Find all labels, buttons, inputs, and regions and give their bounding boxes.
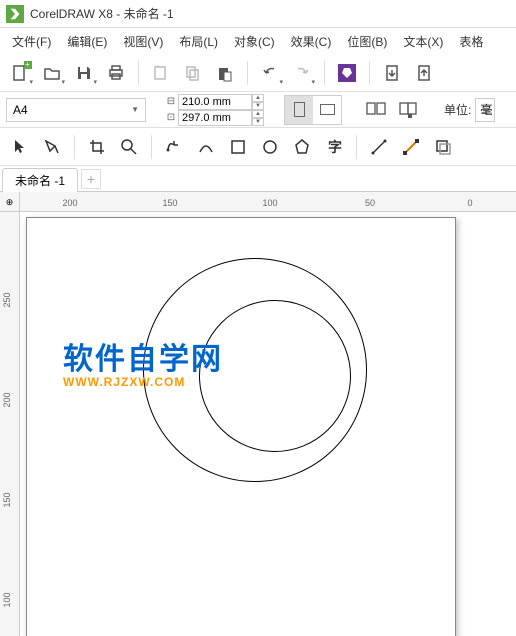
titlebar: CorelDRAW X8 - 未命名 -1 bbox=[0, 0, 516, 28]
chevron-down-icon: ▾ bbox=[311, 78, 315, 86]
crop-tool[interactable] bbox=[83, 133, 111, 161]
polygon-tool[interactable] bbox=[288, 133, 316, 161]
save-button[interactable]: ▾ bbox=[70, 59, 98, 87]
app-icon bbox=[6, 5, 24, 23]
chevron-down-icon: ▾ bbox=[279, 78, 283, 86]
freehand-tool[interactable] bbox=[160, 133, 188, 161]
chevron-down-icon: ▾ bbox=[61, 78, 65, 86]
document-tabs: 未命名 -1 + bbox=[0, 166, 516, 192]
unit-dropdown[interactable]: 毫 bbox=[475, 98, 495, 122]
separator bbox=[356, 135, 357, 159]
ruler-v-label: 150 bbox=[2, 492, 12, 507]
watermark-text-en: WWW.RJZXW.COM bbox=[63, 375, 223, 389]
shape-tool[interactable] bbox=[38, 133, 66, 161]
watermark-text-cn: 软件自学网 bbox=[63, 345, 223, 375]
height-increment-button[interactable]: ▲ bbox=[252, 110, 264, 118]
ruler-v-label: 200 bbox=[2, 392, 12, 407]
canvas-area: 250 200 150 100 软件自学网 WWW.RJZXW.COM bbox=[0, 212, 516, 636]
menu-table[interactable]: 表格 bbox=[451, 30, 491, 53]
text-tool[interactable]: 字 bbox=[320, 133, 348, 161]
page-size-value: A4 bbox=[13, 103, 28, 117]
open-button[interactable]: ▾ bbox=[38, 59, 66, 87]
copy-button bbox=[179, 59, 207, 87]
ruler-v-label: 100 bbox=[2, 592, 12, 607]
paste-button[interactable] bbox=[211, 59, 239, 87]
ruler-h-label: 50 bbox=[365, 198, 375, 208]
standard-toolbar: ▾ ▾ ▾ ▾ ▾ bbox=[0, 54, 516, 92]
ruler-h-label: 0 bbox=[467, 198, 472, 208]
orientation-group bbox=[284, 95, 342, 125]
page-dimensions-group: ⊟ ▲ ▼ ⊡ ▲ ▼ bbox=[164, 94, 264, 126]
menu-object[interactable]: 对象(C) bbox=[226, 30, 283, 53]
chevron-down-icon: ▾ bbox=[29, 78, 33, 86]
page-1: 软件自学网 WWW.RJZXW.COM bbox=[26, 217, 456, 636]
menu-edit[interactable]: 编辑(E) bbox=[59, 30, 115, 53]
dimension-tool[interactable] bbox=[365, 133, 393, 161]
page-size-dropdown[interactable]: A4 ▼ bbox=[6, 98, 146, 122]
ruler-h-label: 200 bbox=[62, 198, 77, 208]
undo-button[interactable]: ▾ bbox=[256, 59, 284, 87]
drawing-canvas[interactable]: 软件自学网 WWW.RJZXW.COM bbox=[20, 212, 516, 636]
zoom-tool[interactable] bbox=[115, 133, 143, 161]
menu-view[interactable]: 视图(V) bbox=[115, 30, 171, 53]
separator bbox=[369, 61, 370, 85]
menubar: 文件(F) 编辑(E) 视图(V) 布局(L) 对象(C) 效果(C) 位图(B… bbox=[0, 28, 516, 54]
ruler-vertical[interactable]: 250 200 150 100 bbox=[0, 212, 20, 636]
menu-effects[interactable]: 效果(C) bbox=[283, 30, 340, 53]
ruler-h-label: 100 bbox=[262, 198, 277, 208]
rectangle-tool[interactable] bbox=[224, 133, 252, 161]
ruler-horizontal[interactable]: ⊕ 200 150 100 50 0 bbox=[0, 192, 516, 212]
watermark: 软件自学网 WWW.RJZXW.COM bbox=[63, 345, 223, 389]
all-pages-button[interactable] bbox=[362, 96, 390, 124]
ruler-h-label: 150 bbox=[162, 198, 177, 208]
menu-file[interactable]: 文件(F) bbox=[4, 30, 59, 53]
doc-tab-1[interactable]: 未命名 -1 bbox=[2, 168, 78, 192]
separator bbox=[138, 61, 139, 85]
svg-text:字: 字 bbox=[328, 139, 342, 155]
height-decrement-button[interactable]: ▼ bbox=[252, 118, 264, 126]
print-button[interactable] bbox=[102, 59, 130, 87]
plus-icon bbox=[24, 61, 32, 69]
artistic-media-tool[interactable] bbox=[192, 133, 220, 161]
landscape-button[interactable] bbox=[313, 96, 341, 124]
chevron-down-icon: ▼ bbox=[131, 105, 139, 114]
chevron-down-icon: ▾ bbox=[93, 78, 97, 86]
current-page-button[interactable] bbox=[394, 96, 422, 124]
window-title: CorelDRAW X8 - 未命名 -1 bbox=[30, 5, 174, 22]
unit-value: 毫 bbox=[480, 101, 492, 118]
width-decrement-button[interactable]: ▼ bbox=[252, 102, 264, 110]
property-bar: A4 ▼ ⊟ ▲ ▼ ⊡ ▲ ▼ 单位: 毫 bbox=[0, 92, 516, 128]
toolbox: 字 bbox=[0, 128, 516, 166]
width-icon: ⊟ bbox=[164, 96, 178, 107]
menu-bitmaps[interactable]: 位图(B) bbox=[339, 30, 395, 53]
ruler-v-label: 250 bbox=[2, 292, 12, 307]
unit-label: 单位: bbox=[444, 101, 471, 118]
search-content-button[interactable] bbox=[333, 59, 361, 87]
separator bbox=[74, 135, 75, 159]
separator bbox=[247, 61, 248, 85]
menu-text[interactable]: 文本(X) bbox=[395, 30, 451, 53]
page-height-input[interactable] bbox=[178, 110, 252, 126]
drop-shadow-tool[interactable] bbox=[429, 133, 457, 161]
portrait-button[interactable] bbox=[285, 96, 313, 124]
new-document-button[interactable]: ▾ bbox=[6, 59, 34, 87]
ruler-origin[interactable]: ⊕ bbox=[0, 192, 20, 212]
pick-tool[interactable] bbox=[6, 133, 34, 161]
export-button[interactable] bbox=[410, 59, 438, 87]
menu-layout[interactable]: 布局(L) bbox=[171, 30, 226, 53]
separator bbox=[151, 135, 152, 159]
separator bbox=[324, 61, 325, 85]
add-tab-button[interactable]: + bbox=[81, 169, 101, 189]
page-width-input[interactable] bbox=[178, 94, 252, 110]
redo-button: ▾ bbox=[288, 59, 316, 87]
width-increment-button[interactable]: ▲ bbox=[252, 94, 264, 102]
import-button[interactable] bbox=[378, 59, 406, 87]
ellipse-tool[interactable] bbox=[256, 133, 284, 161]
cut-button bbox=[147, 59, 175, 87]
connector-tool[interactable] bbox=[397, 133, 425, 161]
height-icon: ⊡ bbox=[164, 112, 178, 123]
